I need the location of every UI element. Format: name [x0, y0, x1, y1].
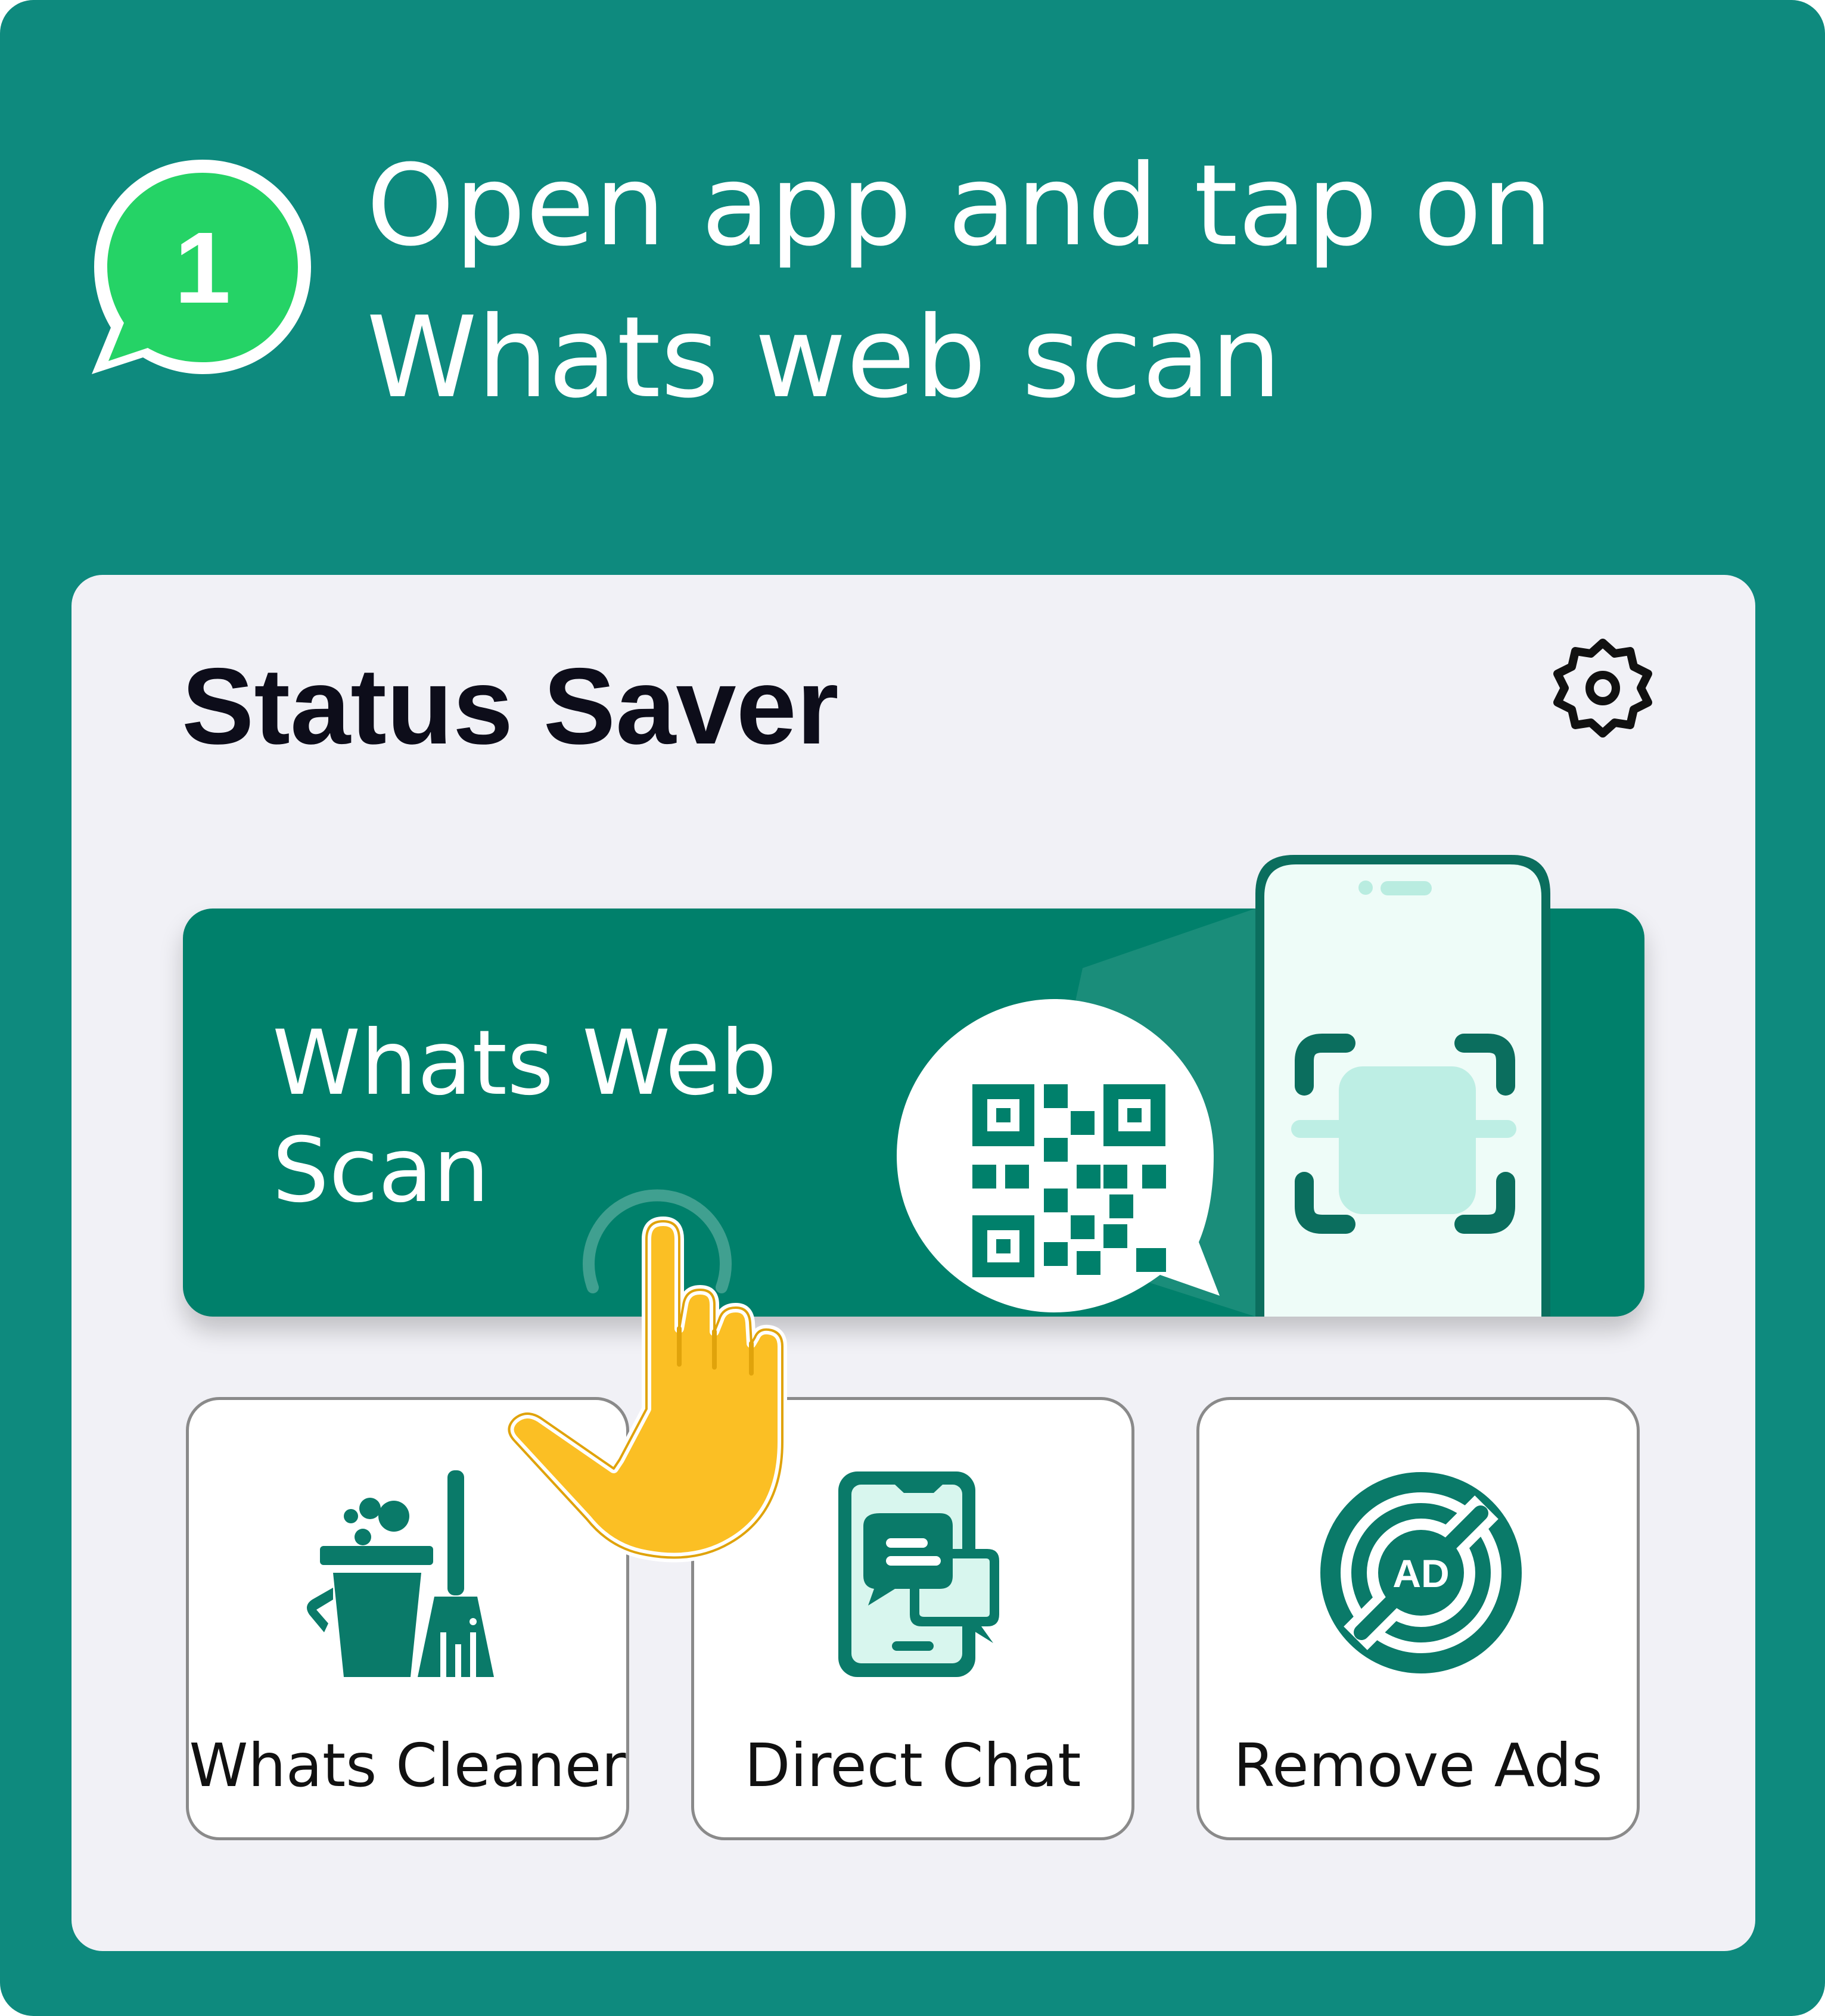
direct-chat-label: Direct Chat [744, 1731, 1081, 1800]
no-ads-icon: AD [1320, 1472, 1522, 1673]
gear-icon[interactable] [1549, 634, 1656, 742]
step-number-badge: 1 [92, 160, 311, 374]
remove-ads-button[interactable]: AD Remove Ads [1196, 1397, 1640, 1840]
app-home-card: Status Saver Whats Web Scan Whats Cleane… [71, 575, 1755, 1951]
whats-web-scan-button[interactable]: Whats Web Scan [183, 855, 1644, 1317]
cleaning-bucket-broom-icon [307, 1470, 494, 1677]
app-title: Status Saver [182, 645, 839, 767]
scan-illustration [583, 855, 1550, 1317]
phone-chat-icon [838, 1471, 999, 1677]
remove-ads-label: Remove Ads [1233, 1731, 1603, 1800]
tutorial-frame: 1 Open app and tap on Whats web scan Sta… [0, 0, 1825, 2016]
headline-line-1: Open app and tap on [366, 141, 1553, 271]
headline-line-2: Whats web scan [366, 293, 1282, 423]
step-number: 1 [175, 211, 231, 325]
svg-text:AD: AD [1392, 1551, 1449, 1595]
step-headline: Open app and tap on Whats web scan [366, 130, 1737, 434]
tap-hand-icon [504, 1217, 787, 1563]
whats-cleaner-label: Whats Cleaner [189, 1731, 626, 1800]
